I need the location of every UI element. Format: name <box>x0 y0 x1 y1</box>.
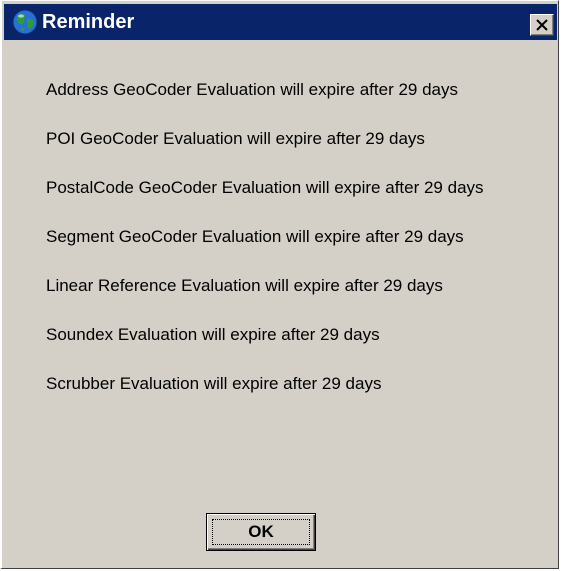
message-soundex: Soundex Evaluation will expire after 29 … <box>46 325 380 344</box>
message-address-geocoder: Address GeoCoder Evaluation will expire … <box>46 80 458 99</box>
title-bar[interactable]: Reminder <box>4 4 557 40</box>
window-title: Reminder <box>42 11 135 33</box>
ok-button[interactable]: OK <box>206 513 316 551</box>
message-scrubber: Scrubber Evaluation will expire after 29… <box>46 374 382 393</box>
close-button[interactable] <box>530 14 554 36</box>
message-poi-geocoder: POI GeoCoder Evaluation will expire afte… <box>46 129 425 148</box>
reminder-dialog: Reminder Address GeoCoder Evaluation wil… <box>0 0 559 569</box>
close-icon <box>536 19 548 31</box>
message-postalcode-geocoder: PostalCode GeoCoder Evaluation will expi… <box>46 178 484 197</box>
message-linear-reference: Linear Reference Evaluation will expire … <box>46 276 443 295</box>
message-segment-geocoder: Segment GeoCoder Evaluation will expire … <box>46 227 464 246</box>
globe-icon <box>11 8 39 36</box>
ok-button-label: OK <box>248 522 274 541</box>
